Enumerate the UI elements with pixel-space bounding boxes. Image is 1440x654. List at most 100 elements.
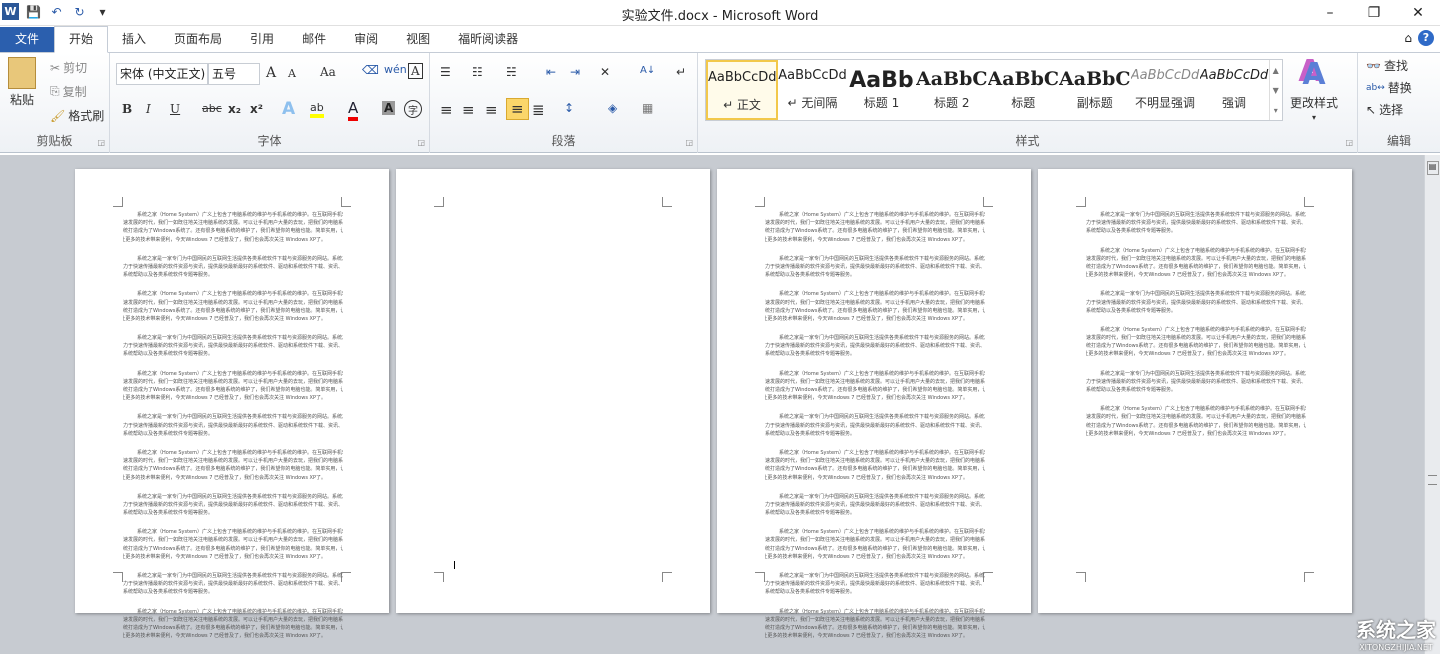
font-family-select[interactable]: 宋体 (中文正文) (116, 63, 208, 85)
superscript-button[interactable]: x² (250, 102, 263, 116)
cut-button[interactable]: ✂ 剪切 (50, 59, 87, 76)
copy-icon: ⎘ (50, 84, 60, 98)
collapse-ribbon-icon[interactable]: ⌂ (1404, 31, 1412, 45)
margin-corner-mark (113, 572, 123, 582)
text-line: 系统之家（Home System）广义上包含了电脑系统的维护与手机系统的维护。在… (765, 537, 985, 544)
align-center-button[interactable]: ≡ (462, 101, 475, 119)
bold-button[interactable]: B (122, 102, 132, 116)
style-name: 标题 1 (863, 96, 900, 110)
text-line: 系统之家（Home System）广义上包含了电脑系统的维护与手机系统的维护。在… (765, 220, 985, 227)
replace-button[interactable]: ab↔ 替换 (1366, 79, 1412, 96)
document-page[interactable]: 系统之家是一家专门为中国网民的互联网生活提供各类系统软件下载与资源服务的网站。系… (1038, 169, 1352, 613)
scroll-down-icon[interactable]: ▼ (1273, 86, 1279, 95)
tab-file[interactable]: 文件 (0, 27, 54, 52)
increase-indent-button[interactable]: ⇥ (570, 65, 580, 79)
style-name: 不明显强调 (1135, 96, 1196, 110)
text-line: 系统之家（Home System）广义上包含了电脑系统的维护与手机系统的维护。在… (765, 458, 985, 465)
text-line: 系统之家（Home System）广义上包含了电脑系统的维护与手机系统的维护。在… (1086, 422, 1306, 429)
styles-scroll[interactable]: ▲ ▼ ▾ (1268, 60, 1282, 120)
line-spacing-button[interactable]: ↕ (564, 101, 574, 115)
style-2[interactable]: AaBb 标题 1 (847, 60, 916, 120)
font-color-button[interactable]: A (348, 99, 359, 121)
dialog-launcher-icon[interactable]: ◲ (685, 138, 693, 147)
style-name: 强调 (1222, 96, 1247, 110)
document-page[interactable]: 系统之家（Home System）广义上包含了电脑系统的维护与手机系统的维护。在… (75, 169, 389, 639)
style-4[interactable]: AaBbC 标题 (988, 60, 1060, 120)
style-0[interactable]: AaBbCcDd ↵ 正文 (706, 60, 778, 120)
tab-foxit-reader[interactable]: 福昕阅读器 (444, 27, 532, 52)
char-shading-button[interactable]: A (382, 101, 396, 115)
shading-button[interactable]: ◈ (608, 101, 617, 115)
tab-page-layout[interactable]: 页面布局 (160, 27, 236, 52)
tab-mailings[interactable]: 邮件 (288, 27, 340, 52)
bullets-button[interactable]: ☰ (440, 65, 451, 79)
tab-review[interactable]: 审阅 (340, 27, 392, 52)
show-marks-button[interactable]: ↵ (676, 65, 686, 79)
decrease-indent-button[interactable]: ⇤ (546, 65, 556, 79)
text-line: 系统之家是一家专门为中国网民的互联网生活提供各类系统软件下载与资源服务的网站。系… (765, 430, 856, 437)
align-right-button[interactable]: ≡ (485, 101, 498, 119)
char-border-icon[interactable]: A (408, 63, 423, 79)
text-effects-button[interactable]: A (282, 99, 295, 119)
sort-button[interactable]: A↓ (640, 65, 655, 76)
phonetic-guide-icon[interactable]: wén (384, 63, 407, 76)
multilevel-list-button[interactable]: ☵ (506, 65, 517, 79)
copy-label: 复制 (62, 85, 87, 99)
shrink-font-button[interactable]: A (288, 67, 296, 80)
distributed-button[interactable]: ≣ (532, 101, 545, 119)
justify-button[interactable]: ≡ (506, 98, 529, 120)
style-6[interactable]: AaBbCcDd 不明显强调 (1131, 60, 1200, 120)
style-7[interactable]: AaBbCcDd 强调 (1200, 60, 1269, 120)
dialog-launcher-icon[interactable]: ◲ (97, 138, 105, 147)
paragraph: 系统之家是一家专门为中国网民的互联网生活提供各类系统软件下载与资源服务的网站。系… (1086, 211, 1306, 236)
clear-format-icon[interactable]: ⌫ (362, 63, 379, 77)
more-styles-icon[interactable]: ▾ (1274, 106, 1278, 115)
font-size-select[interactable]: 五号 (208, 63, 260, 85)
help-icon[interactable]: ? (1418, 30, 1434, 46)
style-5[interactable]: AaBbC 副标题 (1059, 60, 1131, 120)
text-line: 系统之家是一家专门为中国网民的互联网生活提供各类系统软件下载与资源服务的网站。系… (765, 263, 985, 270)
style-3[interactable]: AaBbC 标题 2 (916, 60, 988, 120)
text-line: 系统之家（Home System）广义上包含了电脑系统的维护与手机系统的维护。在… (137, 608, 343, 615)
scroll-thumb[interactable] (1428, 475, 1437, 485)
scroll-up-icon[interactable]: ▲ (1273, 66, 1279, 75)
document-page[interactable] (396, 169, 710, 613)
vertical-scrollbar[interactable]: ▤ (1424, 155, 1440, 654)
format-painter-button[interactable]: 🖌 格式刷 (50, 107, 104, 124)
copy-button[interactable]: ⎘ 复制 (50, 83, 87, 100)
grow-font-button[interactable]: A (266, 65, 276, 81)
paste-button[interactable]: 粘贴 (8, 57, 36, 108)
dialog-launcher-icon[interactable]: ◲ (417, 138, 425, 147)
dialog-launcher-icon[interactable]: ◲ (1345, 138, 1353, 147)
tab-home[interactable]: 开始 (54, 26, 109, 53)
borders-button[interactable]: ▦ (642, 101, 653, 115)
strikethrough-button[interactable]: abc (202, 102, 222, 115)
restore-button[interactable]: ❐ (1352, 0, 1396, 26)
select-label: 选择 (1379, 103, 1404, 117)
subscript-button[interactable]: x₂ (228, 102, 241, 116)
change-styles-button[interactable]: A 更改样式 ▾ (1290, 57, 1338, 122)
text-line: 系统之家是一家专门为中国网民的互联网生活提供各类系统软件下载与资源服务的网站。系… (779, 335, 985, 342)
ruler-toggle-icon[interactable]: ▤ (1426, 161, 1439, 175)
text-line: 系统之家是一家专门为中国网民的互联网生活提供各类系统软件下载与资源服务的网站。系… (123, 510, 214, 517)
style-1[interactable]: AaBbCcDd ↵ 无间隔 (778, 60, 847, 120)
tab-insert[interactable]: 插入 (108, 27, 160, 52)
enclose-char-button[interactable]: 字 (404, 100, 422, 118)
underline-button[interactable]: U (170, 102, 180, 116)
minimize-button[interactable]: – (1308, 0, 1352, 26)
style-name: 副标题 (1076, 96, 1113, 110)
numbering-button[interactable]: ☷ (472, 65, 483, 79)
italic-button[interactable]: I (146, 102, 151, 116)
document-page[interactable]: 系统之家（Home System）广义上包含了电脑系统的维护与手机系统的维护。在… (717, 169, 1031, 639)
editing-label: 编辑 (1386, 134, 1411, 148)
chinese-layout-button[interactable]: ✕ (600, 65, 610, 79)
select-button[interactable]: ↖ 选择 (1366, 101, 1403, 118)
find-button[interactable]: 👓 查找 (1366, 57, 1408, 74)
tab-view[interactable]: 视图 (392, 27, 444, 52)
tab-references[interactable]: 引用 (236, 27, 288, 52)
close-button[interactable]: ✕ (1396, 0, 1440, 26)
paragraph: 系统之家是一家专门为中国网民的互联网生活提供各类系统软件下载与资源服务的网站。系… (765, 493, 985, 518)
align-left-button[interactable]: ≡ (440, 101, 453, 119)
highlight-button[interactable]: ab (310, 101, 324, 118)
change-case-button[interactable]: Aa (320, 65, 336, 79)
